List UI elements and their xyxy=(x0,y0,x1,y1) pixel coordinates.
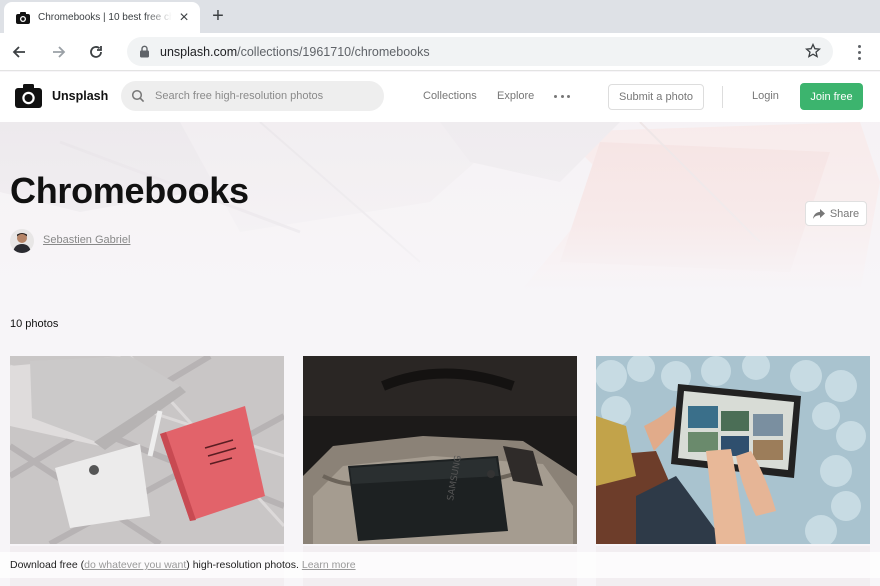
learn-more-link[interactable]: Learn more xyxy=(302,559,356,571)
site-header: Unsplash Collections Explore Submit a ph… xyxy=(0,72,880,122)
browser-tab[interactable]: Chromebooks | 10 best free chromebook ph… xyxy=(4,2,200,33)
banner-suffix: ) high-resolution photos. xyxy=(186,559,299,571)
nav-explore[interactable]: Explore xyxy=(497,90,534,102)
close-icon[interactable]: × xyxy=(176,9,192,26)
submit-photo-button[interactable]: Submit a photo xyxy=(608,84,704,110)
menu-kebab-icon[interactable] xyxy=(851,43,867,61)
plus-icon[interactable]: + xyxy=(207,5,229,27)
join-free-button[interactable]: Join free xyxy=(800,83,863,110)
more-dots-icon[interactable] xyxy=(554,90,570,102)
share-arrow-icon xyxy=(812,208,825,219)
camera-favicon-icon xyxy=(16,11,30,25)
url-text: unsplash.com/collections/1961710/chromeb… xyxy=(160,44,430,59)
reload-icon[interactable] xyxy=(85,41,107,63)
brand-name[interactable]: Unsplash xyxy=(52,89,108,103)
share-button[interactable]: Share xyxy=(805,201,867,226)
photo-tablet-in-bag: SAMSUNG xyxy=(303,356,577,544)
lock-icon xyxy=(139,45,151,59)
banner-prefix: Download free ( xyxy=(10,559,85,571)
forward-arrow-icon[interactable] xyxy=(48,41,70,63)
photo-chromebooks-notebook xyxy=(10,356,284,544)
search-icon xyxy=(131,89,145,103)
login-link[interactable]: Login xyxy=(752,90,779,102)
collection-hero: Chromebooks Sebastien Gabriel Share xyxy=(0,122,880,292)
header-divider xyxy=(722,86,723,108)
author-link[interactable]: Sebastien Gabriel xyxy=(43,234,130,246)
photo-count: 10 photos xyxy=(10,318,59,330)
back-arrow-icon[interactable] xyxy=(8,41,30,63)
download-banner: Download free ( do whatever you want ) h… xyxy=(0,552,880,578)
search-box[interactable] xyxy=(121,81,384,111)
star-icon[interactable] xyxy=(804,42,822,59)
tab-title: Chromebooks | 10 best free chromebook ph… xyxy=(38,12,172,23)
photo-card[interactable] xyxy=(596,356,870,544)
share-label: Share xyxy=(829,207,860,220)
browser-toolbar: unsplash.com/collections/1961710/chromeb… xyxy=(0,33,880,71)
browser-tab-strip: Chromebooks | 10 best free chromebook ph… xyxy=(0,0,880,33)
unsplash-camera-icon[interactable] xyxy=(15,84,42,108)
avatar[interactable] xyxy=(10,229,34,253)
search-input[interactable] xyxy=(155,90,375,102)
page-title: Chromebooks xyxy=(10,170,249,211)
photo-card[interactable]: SAMSUNG xyxy=(303,356,577,544)
address-bar[interactable]: unsplash.com/collections/1961710/chromeb… xyxy=(127,37,833,66)
photo-tablet-on-blanket xyxy=(596,356,870,544)
nav-collections[interactable]: Collections xyxy=(423,90,477,102)
license-link[interactable]: do whatever you want xyxy=(84,559,186,571)
photo-card[interactable] xyxy=(10,356,284,544)
